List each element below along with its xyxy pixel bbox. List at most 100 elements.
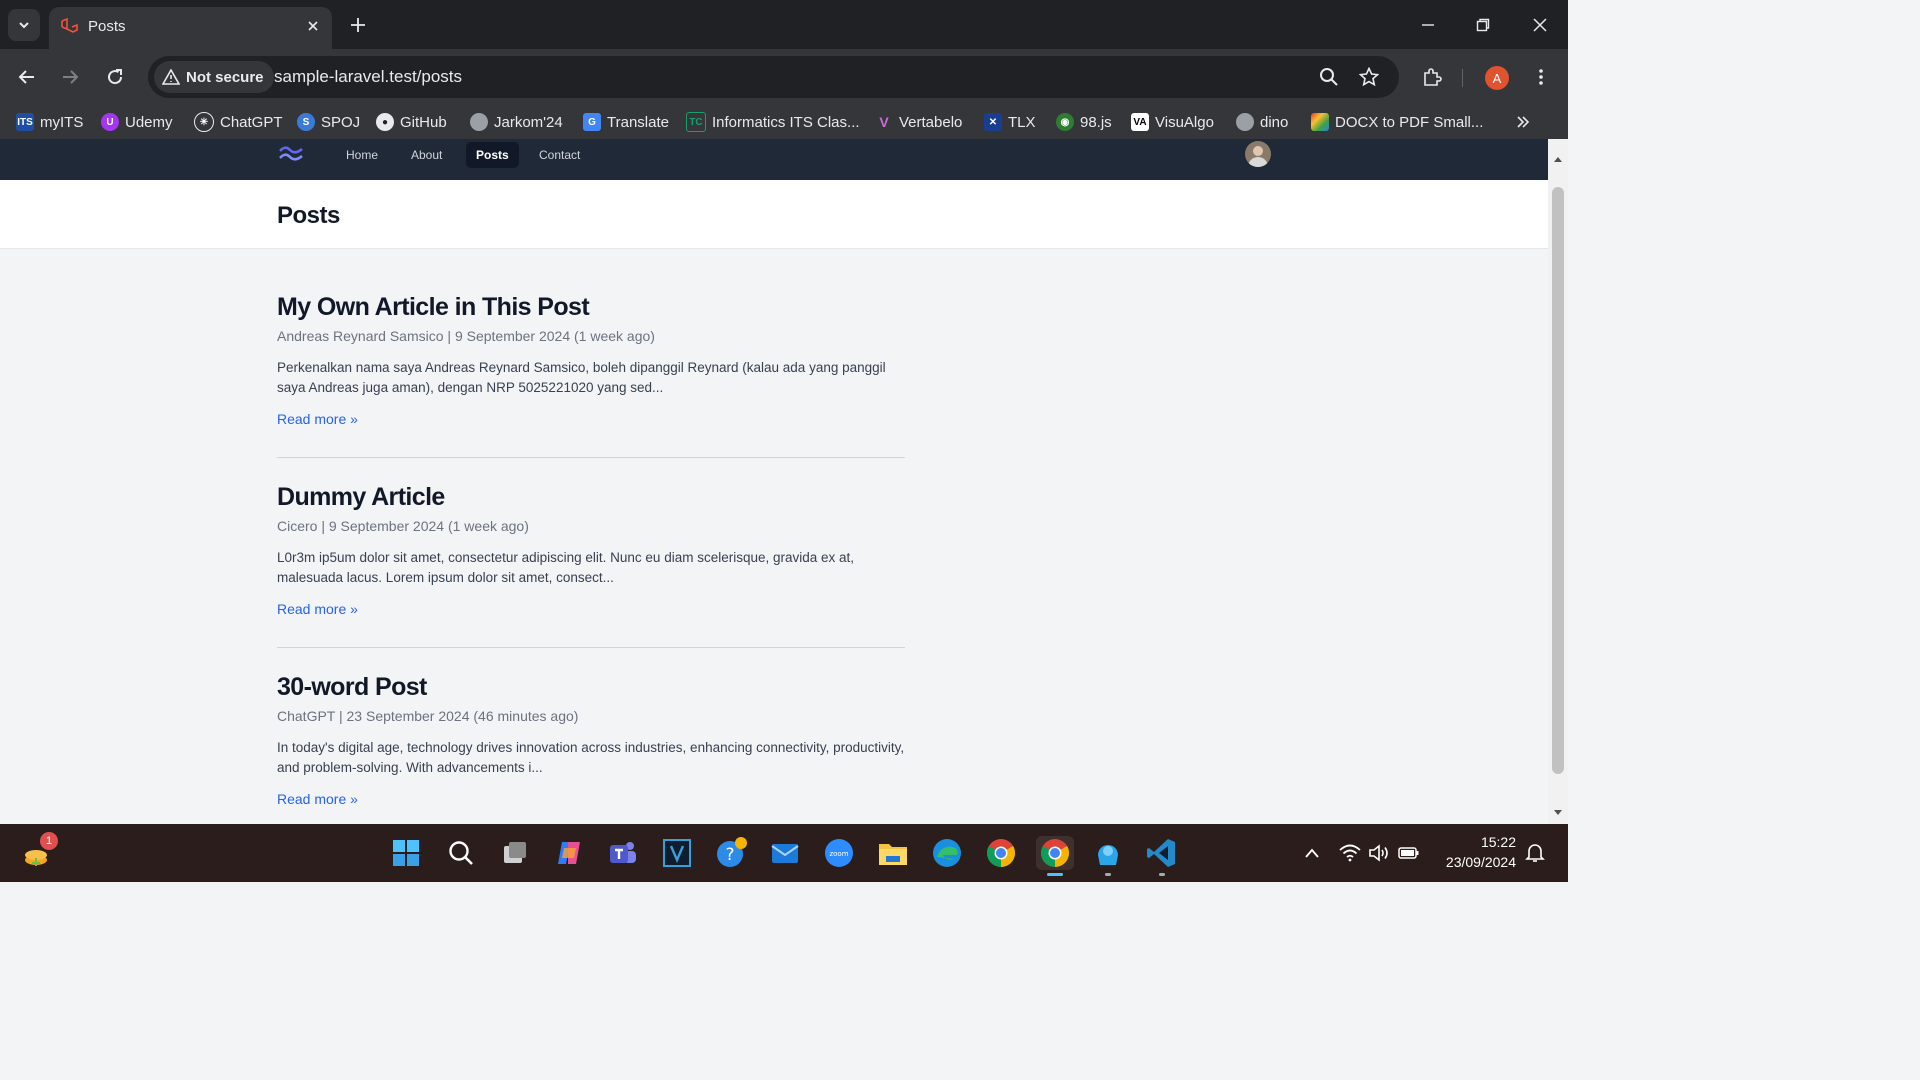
- clock-date[interactable]: 23/09/2024: [1430, 854, 1516, 870]
- scrollbar-thumb[interactable]: [1552, 187, 1564, 774]
- bookmark-udemy[interactable]: U Udemy: [101, 111, 173, 133]
- post-meta: Andreas Reynard Samsico | 9 September 20…: [277, 328, 655, 344]
- warning-icon: [162, 69, 180, 85]
- chevron-up-icon[interactable]: [1295, 836, 1329, 870]
- bookmark-translate[interactable]: G Translate: [583, 111, 669, 133]
- bookmark-myits[interactable]: ITS myITS: [16, 111, 83, 133]
- weather-icon[interactable]: [1091, 836, 1125, 876]
- page-viewport: Home About Posts Contact Posts My Own Ar…: [0, 139, 1548, 824]
- post-title-link[interactable]: Dummy Article: [277, 483, 905, 512]
- post-item: My Own Article in This Post Andreas Reyn…: [277, 293, 905, 427]
- nav-posts[interactable]: Posts: [466, 142, 519, 168]
- translate-icon: G: [583, 113, 601, 131]
- copilot-icon[interactable]: [552, 836, 586, 870]
- search-icon[interactable]: [444, 836, 478, 870]
- chrome-active-icon[interactable]: [1036, 836, 1074, 876]
- clock-time[interactable]: 15:22: [1476, 834, 1516, 850]
- start-icon[interactable]: [389, 836, 423, 870]
- post-meta: ChatGPT | 23 September 2024 (46 minutes …: [277, 708, 579, 724]
- file-explorer-icon[interactable]: [876, 836, 910, 870]
- minimize-button[interactable]: [1413, 10, 1443, 40]
- close-tab-icon[interactable]: [303, 16, 323, 36]
- windows-taskbar: 1 ? zoom 15:22 23/09/2024: [0, 824, 1568, 882]
- read-more-link[interactable]: Read more »: [277, 601, 905, 617]
- browser-tab[interactable]: Posts: [49, 7, 332, 49]
- windows98-icon: ◉: [1056, 113, 1074, 131]
- extensions-button[interactable]: [1418, 63, 1446, 91]
- nav-about[interactable]: About: [401, 142, 452, 168]
- vim-icon[interactable]: [660, 836, 694, 870]
- tab-search-button[interactable]: [8, 9, 40, 41]
- battery-icon[interactable]: [1392, 836, 1426, 870]
- arrow-left-icon: [18, 70, 34, 84]
- chrome-icon[interactable]: [984, 836, 1018, 870]
- post-excerpt: L0r3m ip5um dolor sit amet, consectetur …: [277, 550, 855, 585]
- scroll-up-icon[interactable]: [1553, 155, 1563, 163]
- globe-icon: [1236, 113, 1254, 131]
- post-divider: [277, 457, 905, 458]
- close-window-button[interactable]: [1525, 10, 1555, 40]
- bookmark-jarkom[interactable]: Jarkom'24: [470, 111, 563, 133]
- browser-toolbar: Not secure sample-laravel.test/posts: [0, 49, 1568, 105]
- reload-icon: [108, 69, 123, 85]
- github-icon: ●: [376, 113, 394, 131]
- post-item: Dummy Article Cicero | 9 September 2024 …: [277, 483, 905, 617]
- minimize-icon: [1422, 24, 1434, 26]
- bookmark-dino[interactable]: dino: [1236, 111, 1288, 133]
- notification-center-icon[interactable]: [1518, 836, 1552, 870]
- volume-icon[interactable]: [1362, 836, 1396, 870]
- site-info-chip[interactable]: Not secure: [154, 61, 274, 93]
- nav-home[interactable]: Home: [336, 142, 388, 168]
- page-scrollbar[interactable]: [1548, 139, 1568, 824]
- vscode-icon[interactable]: [1145, 836, 1179, 876]
- spoj-icon: S: [297, 113, 315, 131]
- chevron-down-icon: [19, 22, 29, 29]
- bookmark-informatics-its[interactable]: TC Informatics ITS Clas...: [686, 111, 860, 133]
- post-title-link[interactable]: 30-word Post: [277, 673, 905, 702]
- restore-button[interactable]: [1468, 10, 1498, 40]
- forward-button[interactable]: [56, 63, 84, 91]
- task-view-icon[interactable]: [498, 836, 532, 870]
- bookmark-spoj[interactable]: S SPOJ: [297, 111, 360, 133]
- page-header: Posts: [0, 180, 1548, 249]
- plus-icon: [351, 18, 365, 32]
- tc-icon: TC: [686, 112, 706, 132]
- post-excerpt: Perkenalkan nama saya Andreas Reynard Sa…: [277, 360, 886, 395]
- post-title-link[interactable]: My Own Article in This Post: [277, 293, 905, 322]
- teams-icon[interactable]: [606, 836, 640, 870]
- url-text[interactable]: sample-laravel.test/posts: [274, 67, 462, 87]
- bookmark-star-icon[interactable]: [1358, 66, 1380, 88]
- read-more-link[interactable]: Read more »: [277, 791, 905, 807]
- bookmark-tlx[interactable]: ✕ TLX: [984, 111, 1036, 133]
- user-avatar[interactable]: [1245, 141, 1271, 167]
- more-bookmarks-button[interactable]: [1516, 111, 1530, 133]
- globe-icon: [470, 113, 488, 131]
- edge-icon[interactable]: [930, 836, 964, 870]
- page-title: Posts: [277, 202, 340, 229]
- browser-menu-button[interactable]: [1527, 63, 1555, 91]
- bookmark-vertabelo[interactable]: V Vertabelo: [875, 111, 962, 133]
- bookmark-docx-to-pdf[interactable]: DOCX to PDF Small...: [1311, 111, 1483, 133]
- reload-button[interactable]: [101, 63, 129, 91]
- help-icon[interactable]: ?: [714, 836, 748, 870]
- site-navbar: Home About Posts Contact: [0, 139, 1548, 180]
- scroll-down-icon[interactable]: [1553, 809, 1563, 817]
- site-logo-icon[interactable]: [278, 143, 304, 163]
- profile-avatar[interactable]: A: [1485, 66, 1509, 90]
- bookmark-98js[interactable]: ◉ 98.js: [1056, 111, 1112, 133]
- post-item: 30-word Post ChatGPT | 23 September 2024…: [277, 673, 905, 807]
- address-bar[interactable]: Not secure sample-laravel.test/posts: [148, 56, 1399, 98]
- zoom-icon[interactable]: [1318, 66, 1340, 88]
- toolbar-separator: [1462, 69, 1463, 87]
- mail-icon[interactable]: [768, 836, 802, 870]
- bookmark-github[interactable]: ● GitHub: [376, 111, 447, 133]
- bookmark-visualgo[interactable]: VA VisuAlgo: [1131, 111, 1214, 133]
- read-more-link[interactable]: Read more »: [277, 411, 905, 427]
- widgets-icon[interactable]: 1: [20, 832, 58, 870]
- close-icon: [1533, 18, 1547, 32]
- nav-contact[interactable]: Contact: [529, 142, 590, 168]
- new-tab-button[interactable]: [345, 12, 371, 38]
- back-button[interactable]: [13, 63, 41, 91]
- bookmark-chatgpt[interactable]: ✳ ChatGPT: [194, 111, 283, 133]
- zoom-icon[interactable]: zoom: [822, 836, 856, 870]
